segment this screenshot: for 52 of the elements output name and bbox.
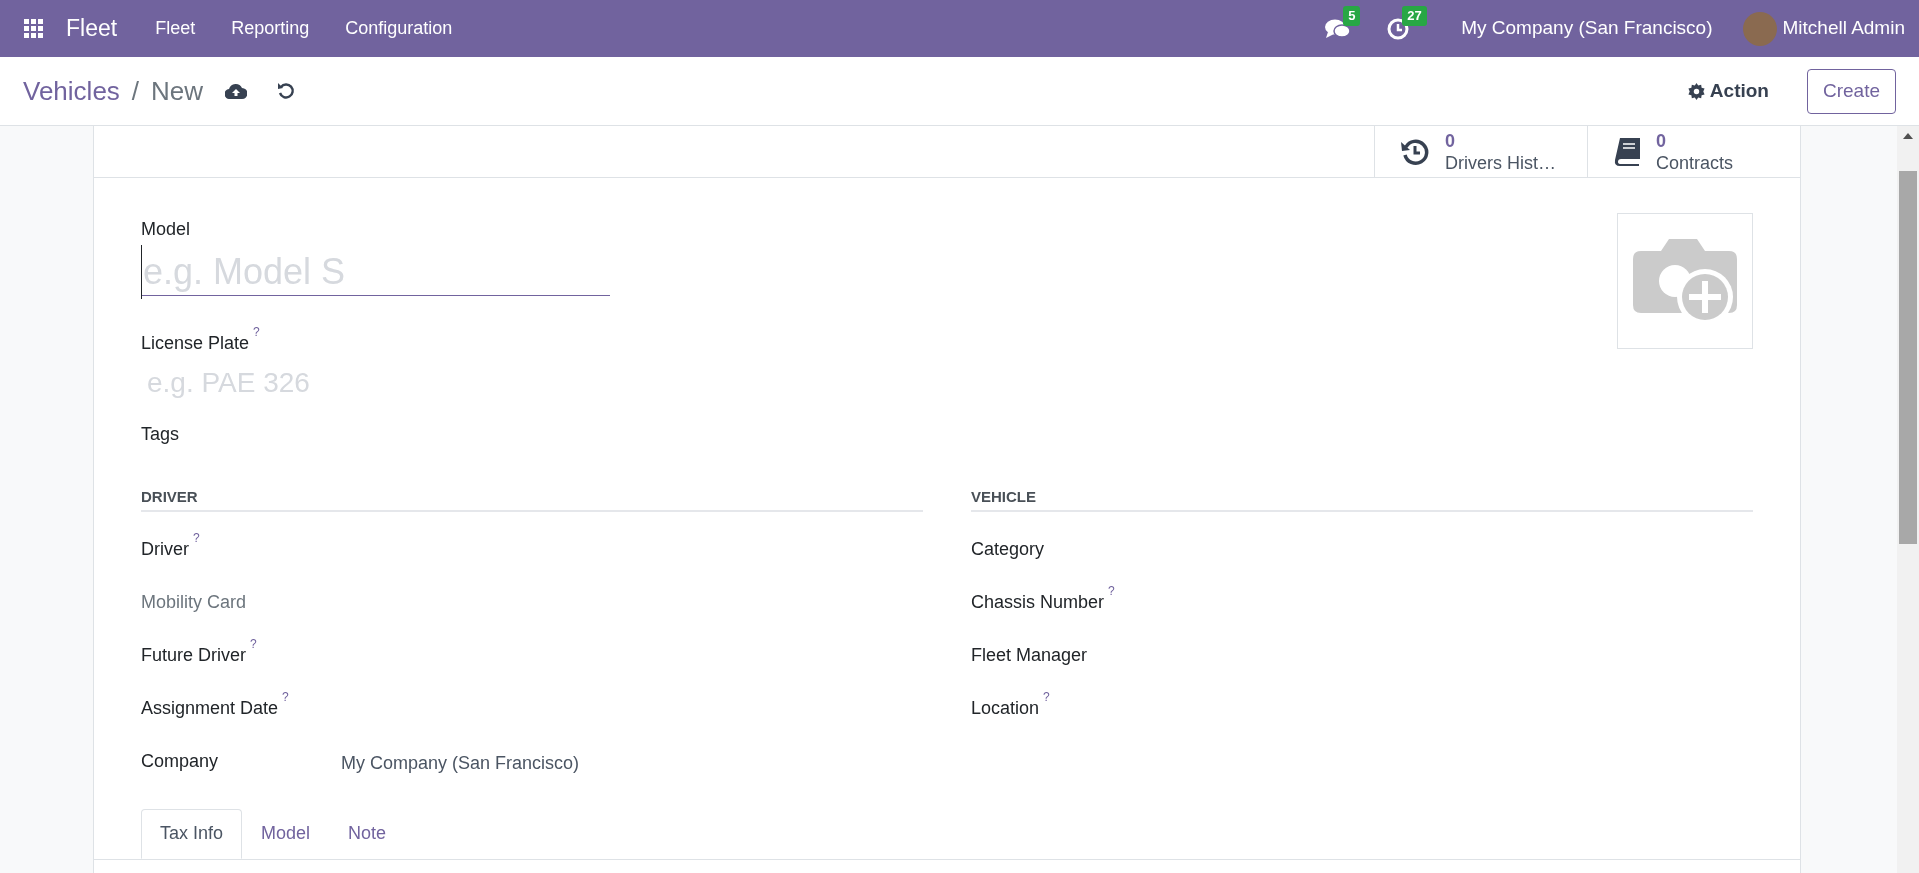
- message-count-badge: 5: [1343, 5, 1361, 26]
- smart-button[interactable]: 0 Drivers Hist…: [1374, 126, 1587, 177]
- field-label: Category: [971, 537, 1045, 561]
- menu-item[interactable]: Fleet: [137, 15, 214, 42]
- help-tooltip[interactable]: ?: [253, 326, 260, 338]
- app-name[interactable]: Fleet: [66, 11, 118, 46]
- create-button[interactable]: Create: [1806, 68, 1896, 114]
- smart-button[interactable]: 0 Contracts: [1587, 126, 1800, 177]
- field-label: Location: [971, 696, 1040, 720]
- action-menu-button[interactable]: Action: [1687, 76, 1769, 106]
- breadcrumb-link[interactable]: Vehicles: [23, 71, 120, 111]
- tab[interactable]: Note: [329, 808, 406, 859]
- help-tooltip[interactable]: ?: [1043, 690, 1050, 703]
- scroll-up-arrow-icon[interactable]: [1903, 133, 1913, 139]
- user-menu[interactable]: Mitchell Admin: [1782, 14, 1905, 43]
- scrollbar-thumb[interactable]: [1899, 171, 1917, 544]
- breadcrumb-current: New: [151, 74, 204, 108]
- scrollbar[interactable]: [1897, 126, 1919, 873]
- apps-grid-icon[interactable]: [24, 18, 44, 39]
- activity-count-badge: 27: [1402, 5, 1427, 26]
- book-icon: [1614, 137, 1640, 166]
- section-heading: DRIVER: [141, 486, 923, 512]
- tab[interactable]: Model: [242, 808, 330, 859]
- stat-value: 0: [1445, 129, 1456, 152]
- history-icon: [1401, 137, 1429, 166]
- cloud-upload-icon[interactable]: [225, 83, 248, 99]
- stat-label: Drivers Hist…: [1445, 151, 1556, 174]
- menu-item[interactable]: Reporting: [213, 15, 328, 42]
- breadcrumb-separator: /: [131, 74, 140, 108]
- menu-item[interactable]: Configuration: [327, 15, 471, 42]
- section-heading: VEHICLE: [971, 486, 1753, 512]
- field-label: Chassis Number: [971, 590, 1105, 614]
- gear-icon: [1687, 82, 1705, 100]
- field-label: Model: [141, 218, 192, 241]
- field-label: Assignment Date: [141, 696, 279, 720]
- help-tooltip[interactable]: ?: [1108, 584, 1115, 597]
- undo-icon[interactable]: [277, 82, 296, 100]
- stat-label: Contracts: [1656, 151, 1734, 174]
- tab[interactable]: Tax Info: [141, 808, 243, 859]
- field-label: Driver: [141, 537, 189, 561]
- help-tooltip[interactable]: ?: [193, 531, 200, 544]
- stat-value: 0: [1656, 129, 1667, 152]
- field-value[interactable]: My Company (San Francisco): [341, 747, 580, 777]
- company-switcher[interactable]: My Company (San Francisco): [1461, 14, 1713, 43]
- field-label: Future Driver: [141, 643, 247, 667]
- field-label: Company: [141, 749, 219, 773]
- help-tooltip[interactable]: ?: [250, 637, 257, 650]
- field-label: Mobility Card: [141, 590, 247, 614]
- field-label: Tags: [141, 423, 181, 446]
- field-label: Fleet Manager: [971, 643, 1088, 667]
- field-label: License Plate: [141, 332, 250, 355]
- help-tooltip[interactable]: ?: [282, 690, 289, 703]
